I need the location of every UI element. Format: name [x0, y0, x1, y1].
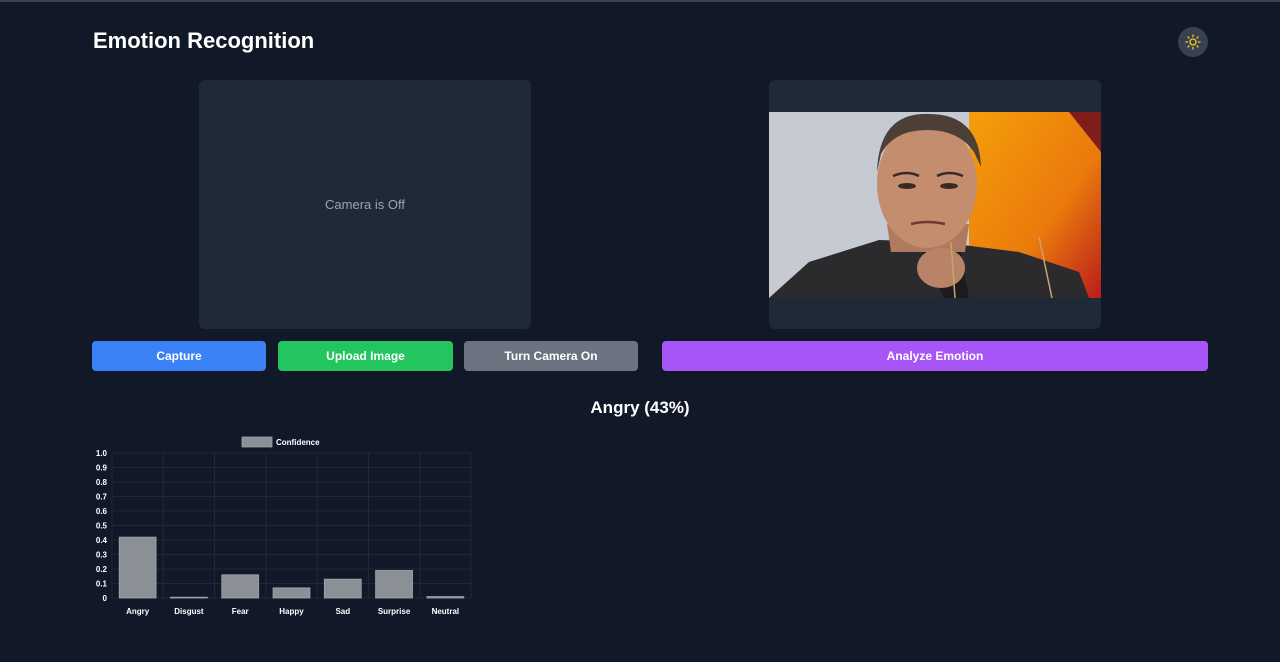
y-tick-label: 0: [103, 594, 108, 603]
x-tick-label: Neutral: [432, 607, 460, 616]
bar-surprise: [375, 570, 413, 599]
legend-label: Confidence: [276, 438, 320, 447]
uploaded-photo: [769, 112, 1101, 298]
camera-status-text: Camera is Off: [325, 197, 405, 212]
y-tick-label: 1.0: [96, 449, 108, 458]
x-tick-label: Angry: [126, 607, 150, 616]
theme-toggle-button[interactable]: [1178, 27, 1208, 57]
y-tick-label: 0.2: [96, 565, 108, 574]
turn-camera-on-button[interactable]: Turn Camera On: [464, 341, 638, 371]
bar-fear: [221, 574, 260, 599]
x-tick-label: Sad: [335, 607, 350, 616]
bar-angry: [118, 536, 157, 599]
y-tick-label: 0.4: [96, 536, 108, 545]
page-title: Emotion Recognition: [93, 28, 315, 53]
y-tick-label: 0.1: [96, 580, 108, 589]
sun-icon: [1185, 34, 1201, 50]
camera-preview: Camera is Off: [199, 80, 531, 329]
x-tick-label: Fear: [232, 607, 249, 616]
bar-neutral: [426, 596, 465, 599]
x-tick-label: Happy: [279, 607, 304, 616]
bar-disgust: [170, 596, 208, 599]
legend-swatch: [241, 436, 273, 448]
analyze-emotion-button[interactable]: Analyze Emotion: [662, 341, 1208, 371]
y-tick-label: 0.7: [96, 493, 108, 502]
y-tick-label: 0.8: [96, 478, 108, 487]
bar-happy: [272, 587, 311, 599]
uploaded-image-panel: [769, 80, 1101, 329]
y-tick-label: 0.9: [96, 464, 108, 473]
x-tick-label: Disgust: [174, 607, 204, 616]
upload-image-button[interactable]: Upload Image: [278, 341, 453, 371]
confidence-bar-chart: 0 0.1 0.2 0.3 0.4 0.5 0.6 0.7 0.8 0.9 1.0 Angry Disg…: [96, 436, 472, 616]
bar-sad: [323, 578, 362, 599]
x-tick-label: Surprise: [378, 607, 411, 616]
y-tick-label: 0.6: [96, 507, 108, 516]
capture-button[interactable]: Capture: [92, 341, 266, 371]
y-tick-label: 0.5: [96, 522, 108, 531]
emotion-result: Angry (43%): [590, 398, 690, 417]
y-tick-label: 0.3: [96, 551, 108, 560]
